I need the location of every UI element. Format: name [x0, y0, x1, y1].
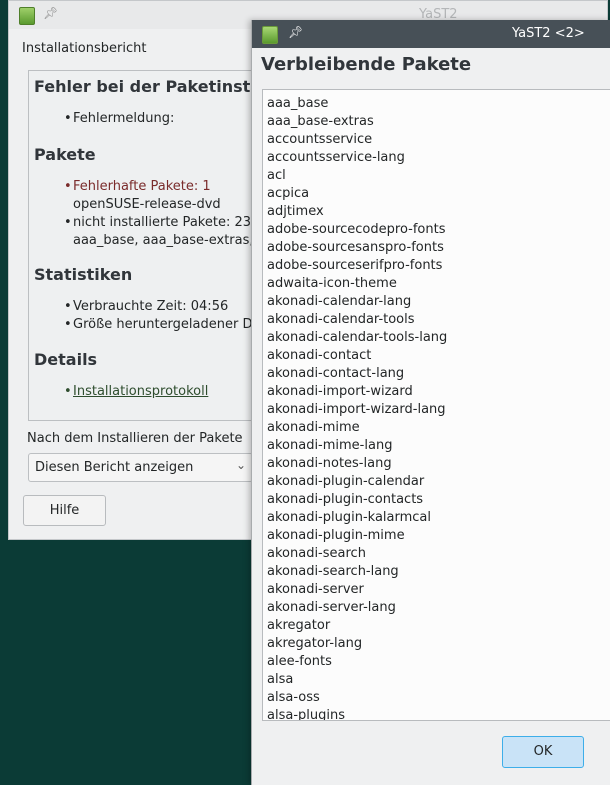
- heading-packages: Pakete: [34, 145, 96, 164]
- list-item[interactable]: alee-fonts: [263, 653, 610, 671]
- list-item[interactable]: alsa-oss: [263, 689, 610, 707]
- not-installed-packages: nicht installierte Pakete: 2314: [64, 215, 268, 230]
- pin-icon[interactable]: 📌︎: [288, 25, 303, 39]
- list-item[interactable]: adobe-sourcesanspro-fonts: [263, 239, 610, 257]
- list-item[interactable]: akregator: [263, 617, 610, 635]
- list-item[interactable]: akonadi-mime: [263, 419, 610, 437]
- list-item[interactable]: adjtimex: [263, 203, 610, 221]
- list-item[interactable]: akonadi-server: [263, 581, 610, 599]
- list-item[interactable]: akonadi-contact: [263, 347, 610, 365]
- time-used: Verbrauchte Zeit: 04:56: [64, 299, 228, 314]
- list-item[interactable]: adobe-sourcecodepro-fonts: [263, 221, 610, 239]
- list-item[interactable]: adobe-sourceserifpro-fonts: [263, 257, 610, 275]
- list-item[interactable]: akonadi-plugin-kalarmcal: [263, 509, 610, 527]
- list-item[interactable]: akonadi-mime-lang: [263, 437, 610, 455]
- after-install-selected: Diesen Bericht anzeigen: [35, 460, 194, 475]
- list-item[interactable]: accountsservice-lang: [263, 149, 610, 167]
- list-item[interactable]: akonadi-search: [263, 545, 610, 563]
- list-item[interactable]: akonadi-search-lang: [263, 563, 610, 581]
- chevron-down-icon: ⌄: [235, 458, 246, 472]
- list-item[interactable]: akonadi-server-lang: [263, 599, 610, 617]
- list-item[interactable]: akonadi-import-wizard: [263, 383, 610, 401]
- help-button[interactable]: Hilfe: [23, 495, 106, 526]
- error-message: Fehlermeldung:: [64, 111, 174, 126]
- remaining-packages-dialog: 📌︎ YaST2 <2> Verbleibende Pakete aaa_bas…: [251, 20, 610, 785]
- list-item[interactable]: acpica: [263, 185, 610, 203]
- list-item[interactable]: akonadi-calendar-tools-lang: [263, 329, 610, 347]
- section-label: Installationsbericht: [22, 41, 147, 56]
- list-item[interactable]: akonadi-import-wizard-lang: [263, 401, 610, 419]
- list-item[interactable]: akonadi-plugin-calendar: [263, 473, 610, 491]
- heading-statistics: Statistiken: [34, 265, 133, 284]
- downloaded-size: Größe heruntergeladener Dat: [64, 317, 266, 332]
- list-item[interactable]: aaa_base-extras: [263, 113, 610, 131]
- ok-button[interactable]: OK: [502, 736, 584, 768]
- list-item[interactable]: alsa: [263, 671, 610, 689]
- list-item[interactable]: akonadi-calendar-lang: [263, 293, 610, 311]
- yast-app-icon: [19, 7, 35, 25]
- faulty-package-name: openSUSE-release-dvd: [73, 197, 221, 212]
- yast-app-icon: [262, 26, 278, 44]
- package-list[interactable]: aaa_base aaa_base-extras accountsservice ac…: [262, 89, 610, 721]
- list-item[interactable]: adwaita-icon-theme: [263, 275, 610, 293]
- list-item[interactable]: akonadi-plugin-mime: [263, 527, 610, 545]
- faulty-packages: Fehlerhafte Pakete: 1: [64, 179, 211, 194]
- package-list-items: aaa_base aaa_base-extras accountsservice ac…: [263, 95, 610, 720]
- pin-icon[interactable]: 📌︎: [43, 6, 58, 20]
- list-item[interactable]: alsa-plugins: [263, 707, 610, 720]
- list-item[interactable]: aaa_base: [263, 95, 610, 113]
- not-installed-list: aaa_base, aaa_base-extras, ac: [73, 233, 273, 248]
- dialog-title: YaST2 <2>: [512, 26, 585, 41]
- list-item[interactable]: akonadi-plugin-contacts: [263, 491, 610, 509]
- dialog-titlebar: 📌︎ YaST2 <2>: [252, 20, 610, 48]
- list-item[interactable]: akonadi-calendar-tools: [263, 311, 610, 329]
- list-item[interactable]: akonadi-contact-lang: [263, 365, 610, 383]
- installation-log-link[interactable]: Installationsprotokoll: [64, 384, 208, 399]
- dialog-heading: Verbleibende Pakete: [261, 54, 472, 75]
- list-item[interactable]: acl: [263, 167, 610, 185]
- after-install-label: Nach dem Installieren der Pakete: [27, 431, 243, 446]
- heading-details: Details: [34, 350, 98, 369]
- list-item[interactable]: akregator-lang: [263, 635, 610, 653]
- list-item[interactable]: accountsservice: [263, 131, 610, 149]
- after-install-select[interactable]: Diesen Bericht anzeigen ⌄: [28, 453, 253, 482]
- list-item[interactable]: akonadi-notes-lang: [263, 455, 610, 473]
